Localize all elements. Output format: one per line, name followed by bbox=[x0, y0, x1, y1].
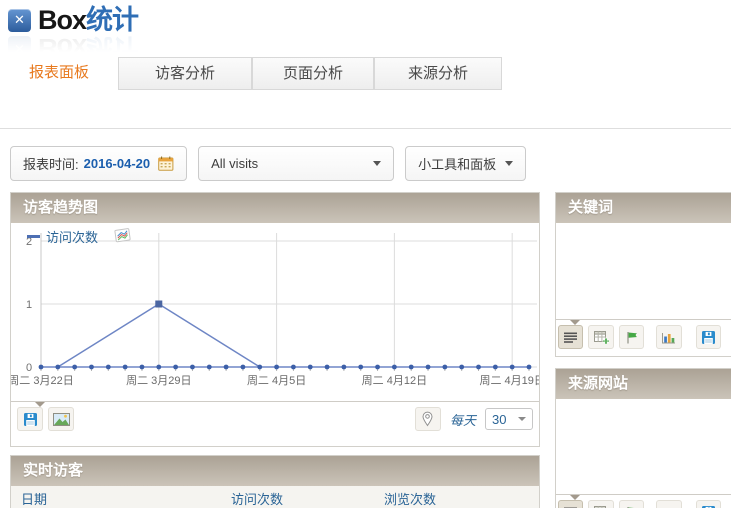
trend-footer: 每天 30 bbox=[11, 401, 539, 447]
tab-visitor-analysis[interactable]: 访客分析 bbox=[118, 57, 252, 90]
export-button[interactable] bbox=[696, 325, 721, 349]
referrer-websites-widget: 来源网站 bbox=[555, 368, 731, 508]
realtime-visitors-title: 实时访客 bbox=[11, 456, 539, 486]
metric-picker-icon[interactable] bbox=[114, 228, 131, 246]
logo-reflection-fade bbox=[0, 34, 240, 58]
referrer-websites-title: 来源网站 bbox=[556, 369, 731, 399]
logo-brand-suffix: 统计 bbox=[86, 5, 138, 35]
column-header-visits: 访问次数 bbox=[231, 489, 384, 508]
collapse-handle-icon[interactable] bbox=[570, 320, 580, 325]
visitor-trend-title: 访客趋势图 bbox=[11, 193, 539, 223]
visitor-trend-chart: 012周二 3月22日周二 3月29日周二 4月5日周二 4月12日周二 4月1… bbox=[11, 223, 539, 401]
trend-footer-controls: 每天 30 bbox=[415, 407, 533, 431]
floppy-disk-icon bbox=[702, 331, 715, 344]
visitor-trend-widget: 访客趋势图 012周二 3月22日周二 3月29日周二 4月5日周二 4月12日… bbox=[10, 192, 540, 447]
logo-brand: Box bbox=[38, 5, 86, 35]
app-logo[interactable]: ✕ Box统计 bbox=[8, 5, 138, 35]
caret-down-icon bbox=[518, 417, 526, 421]
map-pin-icon bbox=[422, 411, 433, 427]
svg-text:1: 1 bbox=[26, 299, 32, 311]
referrer-websites-footer bbox=[556, 494, 731, 508]
image-icon bbox=[53, 413, 70, 426]
keywords-widget: 关键词 bbox=[555, 192, 731, 357]
date-selector[interactable]: 报表时间: 2016-04-20 bbox=[10, 146, 187, 181]
bar-chart-icon bbox=[661, 331, 676, 344]
realtime-table-header-row: 日期 访问次数 浏览次数 bbox=[11, 486, 539, 508]
legend-label: 访问次数 bbox=[46, 227, 98, 246]
header-divider bbox=[0, 128, 731, 129]
segment-selector-value: All visits bbox=[211, 156, 258, 171]
main-tabs: 报表面板 访客分析 页面分析 来源分析 bbox=[0, 57, 502, 90]
page: ✕ Box统计 ✕ Box统计 报表面板 访客分析 页面分析 来源分析 报表时间… bbox=[0, 0, 731, 508]
chart-legend: 访问次数 bbox=[27, 227, 131, 246]
bar-chart-view-button[interactable] bbox=[656, 500, 681, 508]
goals-view-button[interactable] bbox=[619, 325, 644, 349]
svg-text:周二 4月19日: 周二 4月19日 bbox=[479, 374, 539, 387]
green-flag-icon bbox=[626, 331, 638, 344]
annotations-button[interactable] bbox=[415, 407, 441, 431]
referrer-websites-body-empty bbox=[556, 399, 731, 494]
caret-down-icon bbox=[505, 161, 513, 166]
segment-selector[interactable]: All visits bbox=[198, 146, 394, 181]
row-limit-value: 30 bbox=[492, 412, 506, 427]
legend-line-swatch bbox=[27, 235, 40, 238]
row-limit-select[interactable]: 30 bbox=[485, 408, 533, 430]
calendar-icon bbox=[158, 156, 174, 171]
logo-text: Box统计 bbox=[38, 5, 138, 35]
widgets-menu-button[interactable]: 小工具和面板 bbox=[405, 146, 526, 181]
report-date-value: 2016-04-20 bbox=[84, 156, 151, 171]
svg-text:0: 0 bbox=[26, 362, 32, 374]
goals-view-button[interactable] bbox=[619, 500, 644, 508]
table-extended-view-button[interactable] bbox=[588, 325, 613, 349]
export-data-button[interactable] bbox=[17, 407, 43, 431]
svg-text:周二 4月5日: 周二 4月5日 bbox=[247, 374, 306, 387]
keywords-title: 关键词 bbox=[556, 193, 731, 223]
logo-icon: ✕ bbox=[8, 9, 31, 32]
realtime-visitors-widget: 实时访客 日期 访问次数 浏览次数 bbox=[10, 455, 540, 508]
caret-down-icon bbox=[373, 161, 381, 166]
table-extended-view-button[interactable] bbox=[588, 500, 613, 508]
tab-referrer-analysis[interactable]: 来源分析 bbox=[374, 57, 502, 90]
list-icon bbox=[564, 332, 577, 343]
report-toolbar: 报表时间: 2016-04-20 All visits 小工具 bbox=[10, 146, 526, 181]
floppy-disk-icon bbox=[24, 413, 37, 426]
period-daily-link[interactable]: 每天 bbox=[450, 410, 476, 429]
export-button[interactable] bbox=[696, 500, 721, 508]
collapse-handle-icon[interactable] bbox=[35, 402, 45, 407]
trend-chart-svg: 012周二 3月22日周二 3月29日周二 4月5日周二 4月12日周二 4月1… bbox=[11, 223, 539, 393]
report-time-label: 报表时间: bbox=[23, 154, 79, 173]
collapse-handle-icon[interactable] bbox=[570, 495, 580, 500]
column-header-pageviews: 浏览次数 bbox=[384, 489, 539, 508]
tab-page-analysis[interactable]: 页面分析 bbox=[252, 57, 374, 90]
table-view-button[interactable] bbox=[558, 325, 583, 349]
widgets-menu-label: 小工具和面板 bbox=[418, 154, 496, 173]
export-image-button[interactable] bbox=[48, 407, 74, 431]
keywords-footer bbox=[556, 319, 731, 357]
logo-x-glyph: ✕ bbox=[8, 9, 31, 32]
tab-report-dashboard[interactable]: 报表面板 bbox=[0, 57, 118, 90]
svg-text:周二 3月22日: 周二 3月22日 bbox=[11, 374, 74, 387]
svg-text:周二 4月12日: 周二 4月12日 bbox=[362, 374, 427, 387]
svg-text:周二 3月29日: 周二 3月29日 bbox=[126, 374, 191, 387]
table-view-button[interactable] bbox=[558, 500, 583, 508]
keywords-body-empty bbox=[556, 223, 731, 319]
bar-chart-view-button[interactable] bbox=[656, 325, 681, 349]
column-header-date: 日期 bbox=[11, 489, 231, 508]
table-plus-icon bbox=[594, 331, 609, 344]
